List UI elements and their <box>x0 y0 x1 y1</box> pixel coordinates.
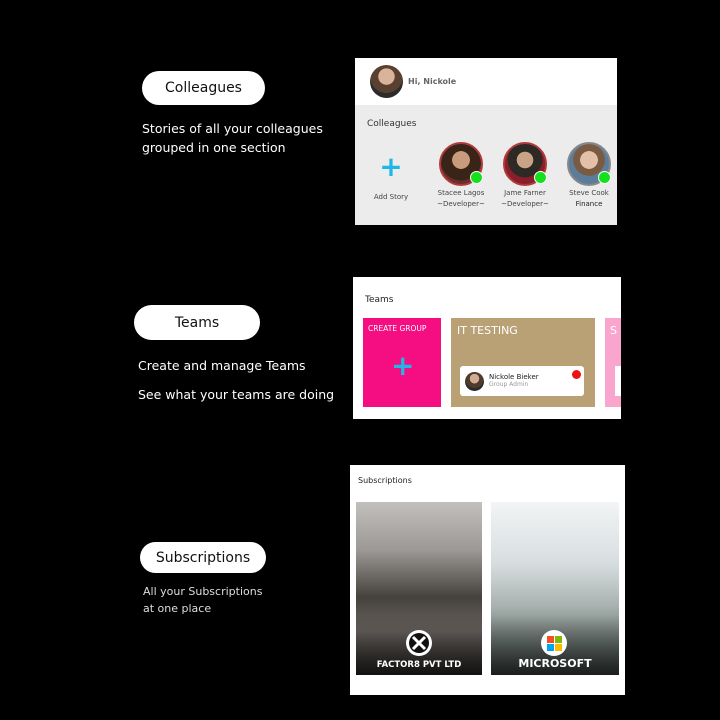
subscriptions-desc-line-2: at one place <box>143 602 212 615</box>
user-avatar[interactable] <box>370 65 403 98</box>
subscriptions-desc-line-1: All your Subscriptions <box>143 585 263 598</box>
subscription-name: FACTOR8 PVT LTD <box>376 660 462 670</box>
team-name-partial: S <box>610 324 617 337</box>
microsoft-grid-icon <box>546 635 562 651</box>
team-card-it-testing[interactable]: IT TESTING Nickole Bieker Group Admin <box>451 318 595 407</box>
colleagues-desc-line-2: grouped in one section <box>142 140 286 155</box>
subscriptions-screen: Subscriptions FACTOR8 PVT LTD MICROSOFT <box>350 465 625 695</box>
teams-description: Create and manage Teams See what your te… <box>138 356 334 404</box>
story-avatar <box>439 142 483 186</box>
story-jame-farner[interactable]: Jame Farner ~Developer~ <box>501 142 549 209</box>
online-indicator <box>470 171 483 184</box>
story-name: Stacee Lagos <box>437 189 485 197</box>
add-story-label: Add Story <box>373 193 409 201</box>
story-stacee-lagos[interactable]: Stacee Lagos ~Developer~ <box>437 142 485 209</box>
plus-icon: + <box>391 349 415 382</box>
colleagues-header: Hi, Nickole <box>355 58 617 105</box>
colleagues-section-label: Colleagues <box>367 119 417 129</box>
story-role: ~Developer~ <box>501 200 549 208</box>
subscriptions-pill[interactable]: Subscriptions <box>140 542 266 573</box>
group-admin-chip: Nickole Bieker Group Admin <box>460 366 584 396</box>
status-dot <box>572 370 581 379</box>
team-card-partial[interactable]: S <box>605 318 621 407</box>
story-name: Jame Farner <box>504 189 546 197</box>
microsoft-logo-icon <box>541 630 567 656</box>
colleagues-pill[interactable]: Colleagues <box>142 71 265 105</box>
admin-name: Nickole Bieker <box>489 373 539 381</box>
teams-desc-line-1: Create and manage Teams <box>138 358 306 373</box>
subscription-card-factor8[interactable]: FACTOR8 PVT LTD <box>356 502 482 675</box>
online-indicator <box>598 171 611 184</box>
story-avatar <box>503 142 547 186</box>
admin-role: Group Admin <box>489 381 529 388</box>
teams-desc-line-2: See what your teams are doing <box>138 387 335 402</box>
teams-screen: Teams CREATE GROUP + IT TESTING Nickole … <box>353 277 621 419</box>
story-name: Steve Cook <box>569 189 609 197</box>
subscription-name: MICROSOFT <box>518 657 592 670</box>
teams-title: Teams <box>365 295 394 305</box>
colleagues-desc-line-1: Stories of all your colleagues <box>142 121 323 136</box>
story-role: ~Developer~ <box>437 200 485 208</box>
x-mark-icon <box>409 633 429 653</box>
plus-icon: + <box>379 150 403 183</box>
team-name: IT TESTING <box>457 324 518 337</box>
add-story-button[interactable]: + Add Story <box>369 150 413 202</box>
story-avatar <box>567 142 611 186</box>
subscriptions-title: Subscriptions <box>358 476 412 485</box>
online-indicator <box>534 171 547 184</box>
create-group-card[interactable]: CREATE GROUP + <box>363 318 441 407</box>
subscription-card-microsoft[interactable]: MICROSOFT <box>491 502 619 675</box>
colleagues-screen: Hi, Nickole Colleagues + Add Story Stace… <box>355 58 617 225</box>
greeting-text: Hi, Nickole <box>408 77 457 86</box>
story-steve-cook[interactable]: Steve Cook Finance <box>565 142 613 209</box>
admin-avatar <box>465 371 484 391</box>
team-card-partial-chip <box>615 366 621 396</box>
story-role: Finance <box>575 200 603 208</box>
factor8-logo-icon <box>406 630 432 656</box>
create-group-label: CREATE GROUP <box>368 324 427 333</box>
teams-pill[interactable]: Teams <box>134 305 260 340</box>
colleagues-description: Stories of all your colleagues grouped i… <box>142 119 323 157</box>
subscriptions-description: All your Subscriptions at one place <box>143 583 262 617</box>
